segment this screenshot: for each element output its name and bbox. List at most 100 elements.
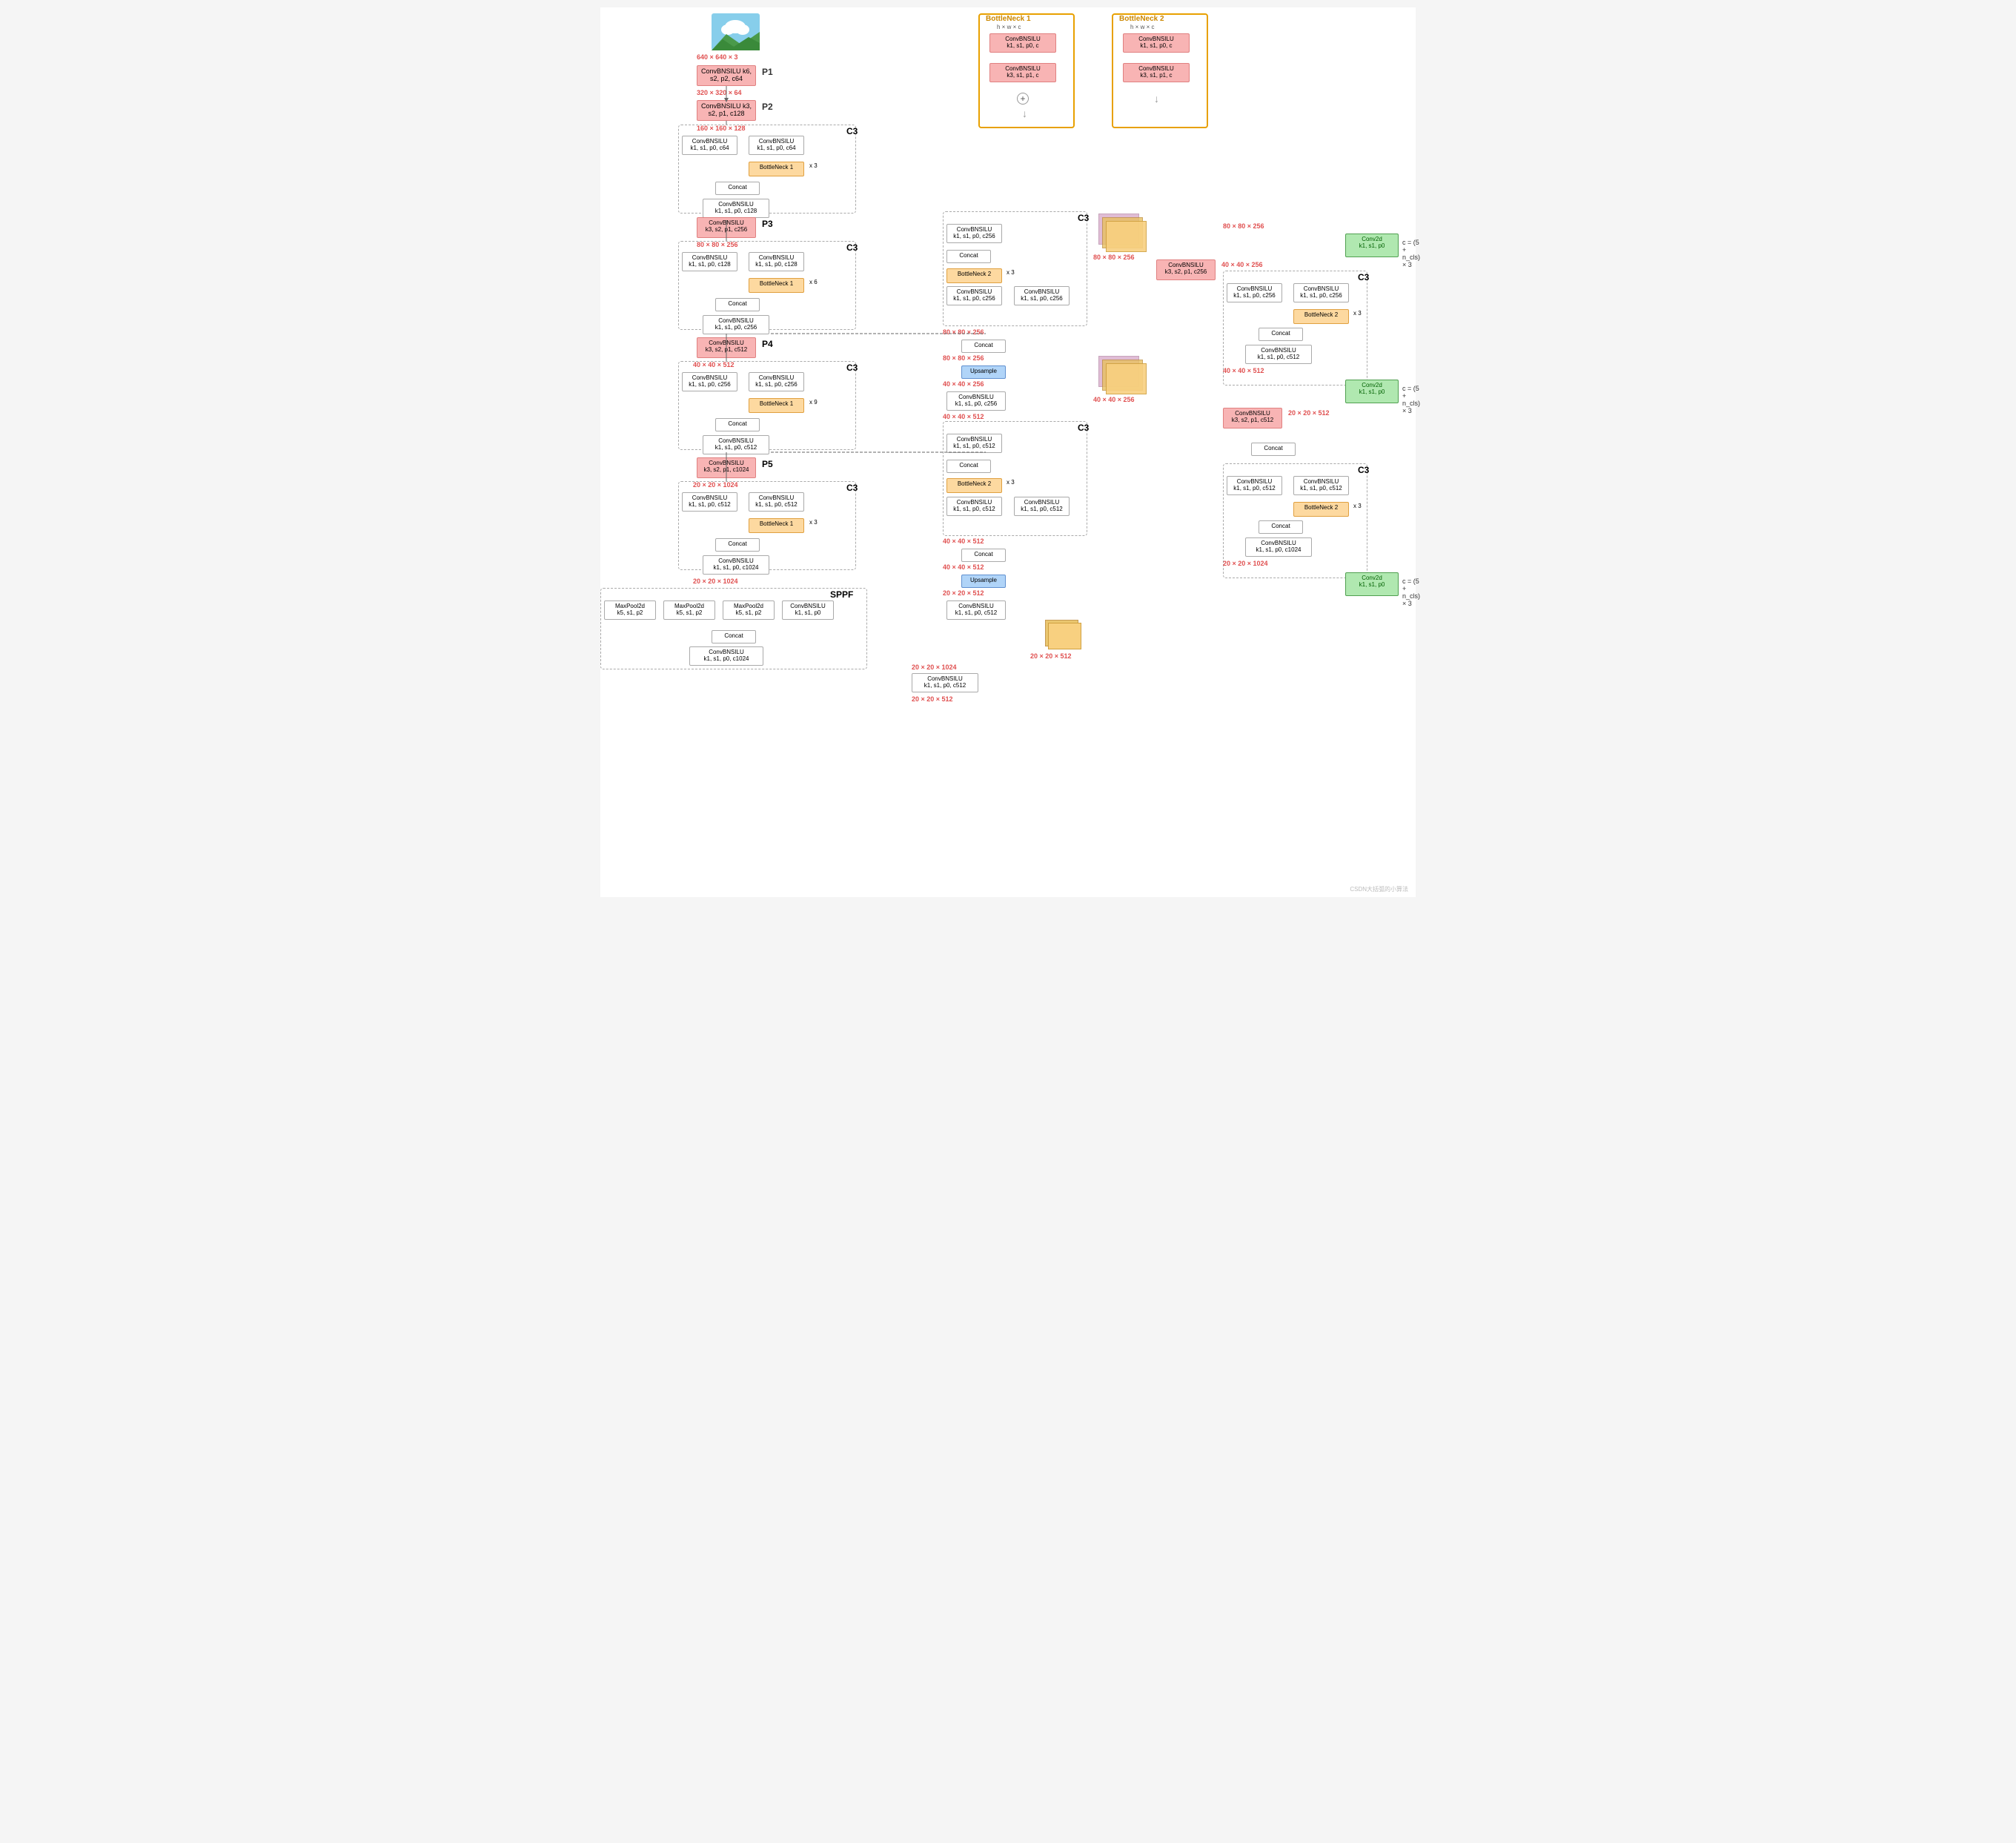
c3-p3-label: C3: [846, 242, 858, 253]
concat-20-512: Concat: [1251, 443, 1296, 456]
c3-neck1-conv3: ConvBNSILUk1, s1, p0, c256: [1014, 286, 1070, 305]
dim-20-512-neck-out: 20 × 20 × 512: [1288, 409, 1330, 417]
dim-20-1024-sppf-out: 20 × 20 × 1024: [912, 664, 957, 671]
bn1-conv1: ConvBNSILUk1, s1, p0, c: [989, 33, 1056, 53]
dim-concat-80-label: 80 × 80 × 256: [943, 328, 984, 336]
c3-neck2-label: C3: [1078, 423, 1089, 433]
c3-head2-bn2: BottleNeck 2: [1293, 502, 1349, 517]
c3-neck1-x3: x 3: [1007, 269, 1015, 276]
sppf-pool1: MaxPool2dk5, s1, p2: [604, 600, 656, 620]
bn2-conv2: ConvBNSILUk3, s1, p1, c: [1123, 63, 1190, 82]
c3-p4-conv1: ConvBNSILUk1, s1, p0, c256: [682, 372, 737, 391]
bn2-title: BottleNeck 2: [1119, 15, 1164, 23]
c3-neck1-concat: Concat: [946, 250, 991, 263]
c3-p3-concat: Concat: [715, 298, 760, 311]
c3-neck2-concat: Concat: [946, 460, 991, 473]
bn1-dim: h × w × c: [997, 24, 1021, 30]
c3-p5-conv1: ConvBNSILUk1, s1, p0, c512: [682, 492, 737, 512]
neck-conv-p4: ConvBNSILUk3, s2, p1, c512: [1223, 408, 1282, 429]
c3-head2-conv2: ConvBNSILUk1, s1, p0, c512: [1293, 476, 1349, 495]
c3-p4-x9: x 9: [809, 399, 818, 406]
sppf-concat: Concat: [712, 630, 756, 643]
dim-p5-label: 20 × 20 × 1024: [693, 481, 738, 489]
p3-conv-block: ConvBNSILUk3, s2, p1, c256: [697, 217, 756, 238]
c3-head1-conv2: ConvBNSILUk1, s1, p0, c256: [1293, 283, 1349, 302]
watermark: CSDN大括弧的小算法: [1350, 885, 1408, 893]
c3-p5-conv2: ConvBNSILUk1, s1, p0, c512: [749, 492, 804, 512]
bn1-title: BottleNeck 1: [986, 15, 1031, 23]
c3-neck2-conv1: ConvBNSILUk1, s1, p0, c512: [946, 434, 1002, 453]
dim-80-256-head: 80 × 80 × 256: [1223, 222, 1264, 230]
c3-neck1-conv1: ConvBNSILUk1, s1, p0, c256: [946, 224, 1002, 243]
upsample2: Upsample: [961, 575, 1006, 588]
sppf-pool2: MaxPool2dk5, s1, p2: [663, 600, 715, 620]
c3-head2-out: ConvBNSILUk1, s1, p0, c1024: [1245, 537, 1312, 557]
c3-p3-conv1: ConvBNSILUk1, s1, p0, c128: [682, 252, 737, 271]
c3-p3-out: ConvBNSILUk1, s1, p0, c256: [703, 315, 769, 334]
dim-40-256-label: 40 × 40 × 256: [943, 380, 984, 388]
det0-block: Conv2dk1, s1, p0: [1345, 234, 1399, 257]
neck-conv-p3: ConvBNSILUk3, s2, p1, c256: [1156, 259, 1216, 280]
c3-neck2-conv2: ConvBNSILUk1, s1, p0, c512: [946, 497, 1002, 516]
upsample1: Upsample: [961, 365, 1006, 379]
dim-40-512-label: 40 × 40 × 512: [943, 413, 984, 420]
c3-p4-concat: Concat: [715, 418, 760, 431]
dim-20-1024-head-label: 20 × 20 × 1024: [1223, 560, 1268, 567]
c3-p2-conv1: ConvBNSILUk1, s1, p0, c64: [682, 136, 737, 155]
dim-20-512-sppf-out: 20 × 20 × 512: [912, 695, 953, 703]
c3-head2-concat: Concat: [1259, 520, 1303, 534]
c3-neck2-bn2: BottleNeck 2: [946, 478, 1002, 493]
c3-p5-concat: Concat: [715, 538, 760, 552]
p4-label: P4: [762, 339, 773, 349]
c3-p4-label: C3: [846, 363, 858, 373]
c3-head2-conv1: ConvBNSILUk1, s1, p0, c512: [1227, 476, 1282, 495]
c3-p5-label: C3: [846, 483, 858, 493]
c3-p2-label: C3: [846, 126, 858, 136]
c3-p2-concat: Concat: [715, 182, 760, 195]
det2-block: Conv2dk1, s1, p0: [1345, 572, 1399, 596]
dim-neck-p3-out: 40 × 40 × 256: [1221, 261, 1263, 268]
p5-label: P5: [762, 459, 773, 469]
dim-p1-label: 320 × 320 × 64: [697, 89, 742, 96]
diagram-container: 640 × 640 × 3 ConvBNSILU k6, s2, p2, c64…: [600, 7, 1416, 897]
c3-head2-x3: x 3: [1353, 503, 1362, 509]
dim-stack-40: 40 × 40 × 256: [1093, 396, 1135, 403]
c3-p2-bottleneck: BottleNeck 1: [749, 162, 804, 176]
c3-head1-concat: Concat: [1259, 328, 1303, 341]
p3-label: P3: [762, 219, 773, 229]
c3-head1-label: C3: [1358, 272, 1369, 282]
bn1-plus: +: [1017, 93, 1029, 105]
p5-conv-block: ConvBNSILUk3, s2, p1, c1024: [697, 457, 756, 478]
det1-block: Conv2dk1, s1, p0: [1345, 380, 1399, 403]
c3-head1-conv1: ConvBNSILUk1, s1, p0, c256: [1227, 283, 1282, 302]
bn1-conv2: ConvBNSILUk3, s1, p1, c: [989, 63, 1056, 82]
c3-neck2-x3: x 3: [1007, 479, 1015, 486]
c3-p4-conv2: ConvBNSILUk1, s1, p0, c256: [749, 372, 804, 391]
c3-p2-conv2: ConvBNSILUk1, s1, p0, c64: [749, 136, 804, 155]
c3-p4-out: ConvBNSILUk1, s1, p0, c512: [703, 435, 769, 454]
bn1-arrow-down: ↓: [1022, 107, 1027, 119]
c3-p5-out: ConvBNSILUk1, s1, p0, c1024: [703, 555, 769, 575]
c3-p5-bottleneck: BottleNeck 1: [749, 518, 804, 533]
dim-40-512b-label: 40 × 40 × 512: [943, 537, 984, 545]
bn2-arrow-down: ↓: [1154, 93, 1159, 105]
c3-p5-x3b: x 3: [809, 519, 818, 526]
c3-neck2-conv3: ConvBNSILUk1, s1, p0, c512: [1014, 497, 1070, 516]
bn2-dim: h × w × c: [1130, 24, 1154, 30]
c3-neck1-label: C3: [1078, 213, 1089, 223]
c3-neck1-bn2: BottleNeck 2: [946, 268, 1002, 283]
c3-head1-out: ConvBNSILUk1, s1, p0, c512: [1245, 345, 1312, 364]
sppf-pool3: MaxPool2dk5, s1, p2: [723, 600, 775, 620]
conv-20-512: ConvBNSILUk1, s1, p0, c512: [946, 600, 1006, 620]
p1-label: P1: [762, 67, 773, 77]
c3-p2-x3: x 3: [809, 162, 818, 169]
det1-c-label: c = (5 + n_cls) × 3: [1402, 385, 1420, 414]
bn2-conv1: ConvBNSILUk1, s1, p0, c: [1123, 33, 1190, 53]
input-dim-label: 640 × 640 × 3: [697, 53, 738, 61]
p2-conv-block: ConvBNSILU k3, s2, p1, c128: [697, 100, 756, 121]
concat-40-512: Concat: [961, 549, 1006, 562]
dim-40-512c-label: 40 × 40 × 512: [943, 563, 984, 571]
concat-80: Concat: [961, 340, 1006, 353]
sppf-conv: ConvBNSILUk1, s1, p0: [782, 600, 834, 620]
c3-head2-label: C3: [1358, 465, 1369, 475]
